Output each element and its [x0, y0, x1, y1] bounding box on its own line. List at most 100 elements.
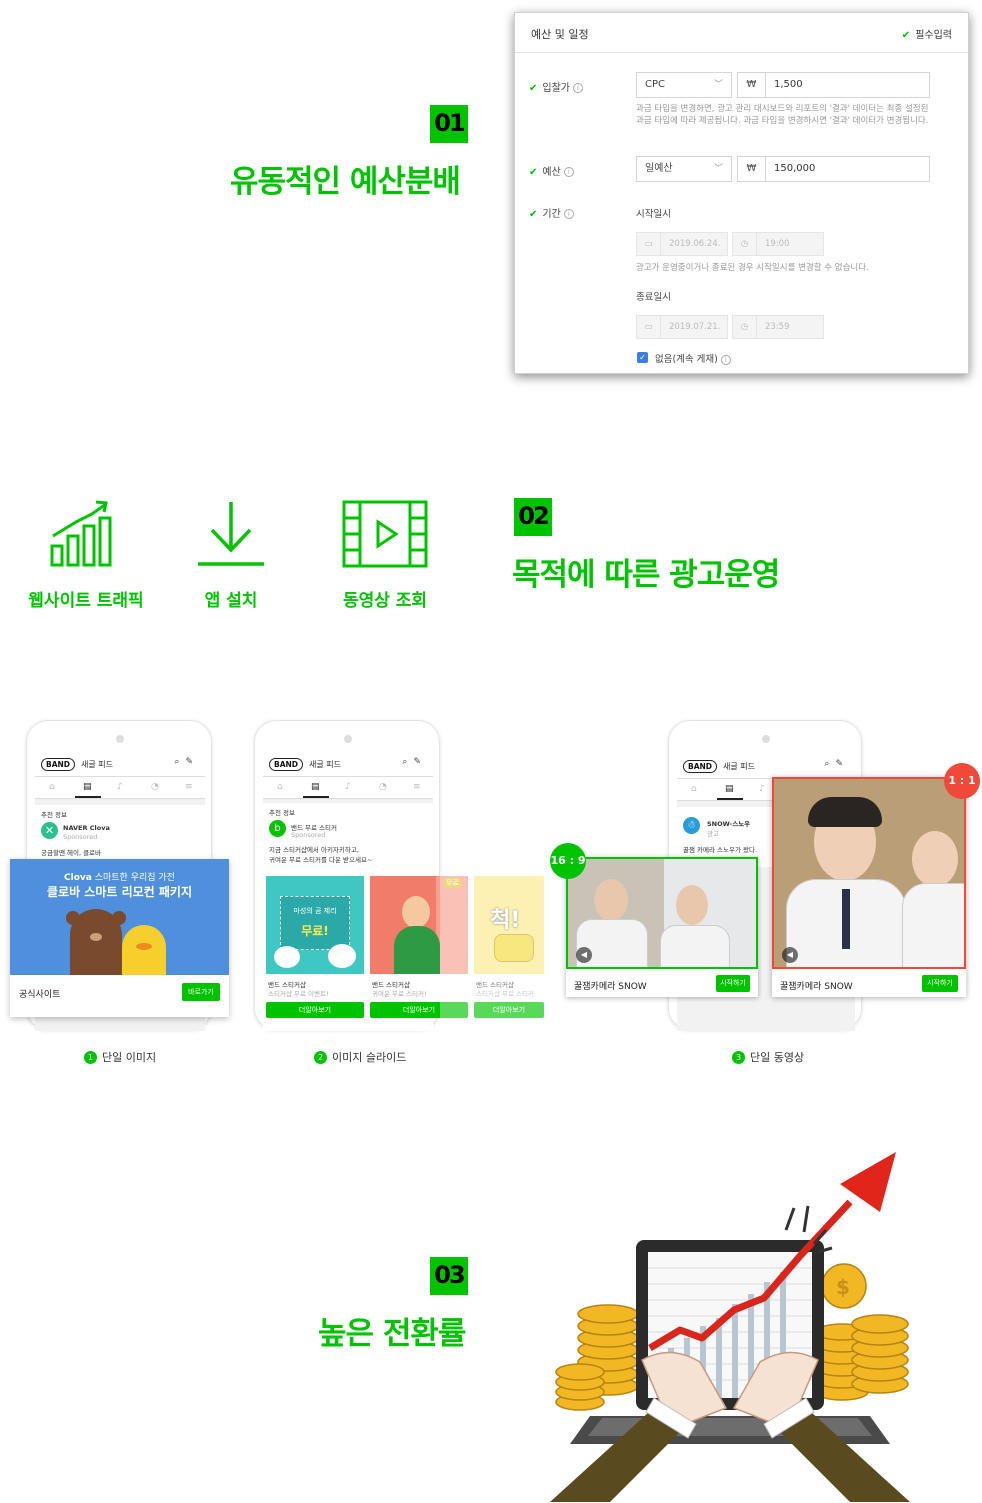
budget-type-value: 일예산 — [645, 163, 673, 174]
chevron-down-icon: ﹀ — [713, 164, 723, 174]
ratio-badge-16-9: 16 : 9 — [550, 843, 586, 879]
fade-overlay — [440, 872, 550, 1022]
caption-single-video: 3 단일 동영상 — [732, 1049, 804, 1065]
budget-amount-input[interactable]: ₩150,000 — [737, 156, 930, 182]
student-hair — [808, 797, 882, 827]
compose-icon[interactable]: ✎ — [835, 759, 849, 769]
no-end-checkbox[interactable]: ✓ — [637, 352, 648, 363]
section-badge-03: 03 — [430, 1257, 468, 1295]
recommend-label: 추천 정보 — [41, 811, 67, 819]
icon-label-app-install: 앱 설치 — [204, 591, 258, 611]
band-sticker-avatar: b — [269, 820, 286, 837]
band-title: 새글 피드 — [309, 760, 341, 769]
bid-amount-value: 1,500 — [774, 79, 803, 90]
bid-help-text: 과금 타입을 변경하면, 광고 관리 대시보드와 리포트의 '결과' 데이터는 … — [636, 104, 929, 126]
bear-sticker — [328, 944, 356, 968]
budget-label: ✔ 예산 i — [529, 163, 574, 178]
menu-icon[interactable]: ≡ — [413, 782, 421, 792]
active-tab-underline — [303, 796, 329, 798]
budget-type-select[interactable]: 일예산 ﹀ — [636, 156, 732, 182]
student-face — [676, 885, 708, 925]
required-label: 필수입력 — [915, 30, 952, 41]
start-datetime-label: 시작일시 — [636, 209, 671, 220]
start-button[interactable]: 시작하기 — [716, 975, 750, 992]
search-icon[interactable]: ⌕ — [402, 757, 413, 767]
learn-more-button[interactable]: 더알아보기 — [266, 1002, 364, 1018]
home-icon[interactable]: ⌂ — [49, 782, 55, 792]
traffic-chart-icon — [50, 500, 112, 567]
band-tool-icons: ⌕✎ — [824, 759, 849, 769]
currency-symbol: ₩ — [738, 157, 766, 181]
period-label: ✔ 기간 i — [529, 205, 574, 220]
band-app-bar: BAND 새글 피드 ⌕✎ — [677, 755, 855, 779]
info-icon[interactable]: i — [720, 354, 731, 365]
advertiser-name: SNOW-스노우 — [707, 820, 751, 828]
slide-1-free: 무료! — [301, 924, 329, 938]
compose-icon[interactable]: ✎ — [185, 757, 199, 767]
camera-dot — [762, 735, 770, 743]
feed-icon[interactable]: ▤ — [83, 782, 92, 792]
svg-text:$: $ — [836, 1275, 850, 1299]
bear-sticker — [274, 946, 300, 968]
band-app-bar: BAND 새글 피드 ⌕✎ — [263, 753, 433, 777]
info-icon[interactable]: i — [563, 209, 574, 219]
clock-icon: ◷ — [733, 233, 757, 255]
speaker-icon[interactable]: ◀ — [782, 947, 798, 963]
band-tool-icons: ⌕✎ — [174, 757, 199, 767]
single-image-ad-card[interactable]: Clova 스마트한 우리집 가전 클로바 스마트 리모컨 패키지 공식사이트 … — [10, 859, 229, 1017]
start-help-text: 광고가 운영중이거나 종료된 경우 시작일시를 변경할 수 없습니다. — [636, 263, 869, 273]
slide-1-label: 마성의 곰 제리 — [293, 907, 337, 915]
start-time-field: ◷ 19:00 — [732, 232, 824, 256]
required-note: ✔ 필수입력 — [902, 26, 952, 41]
chat-icon[interactable]: ◔ — [379, 782, 387, 792]
speaker-icon[interactable]: ◀ — [576, 947, 592, 963]
section-heading-budget: 유동적인 예산분배 — [230, 164, 461, 200]
info-icon[interactable]: i — [563, 167, 574, 177]
home-icon[interactable]: ⌂ — [691, 784, 697, 794]
video-card-16-9[interactable]: ◀ 꿀잼카메라 SNOW 시작하기 — [566, 857, 758, 997]
info-icon[interactable]: i — [573, 83, 583, 93]
bid-type-select[interactable]: CPC ﹀ — [636, 72, 732, 98]
start-date-field: ▭ 2019.06.24. — [636, 232, 728, 256]
currency-symbol: ₩ — [738, 73, 766, 97]
slide-sub: 귀여운 무료 스티커! — [372, 990, 427, 998]
cta-label: 공식사이트 — [19, 990, 61, 1000]
slide-card-1[interactable]: 마성의 곰 제리 무료! 밴드 스티커샵 스티커샵 무료 이벤트! 더알아보기 — [266, 876, 364, 1018]
band-logo: BAND — [269, 758, 304, 771]
yellow-speaker-image — [122, 925, 166, 975]
bell-icon[interactable]: ♪ — [117, 782, 123, 792]
panel-title: 예산 및 일정 — [531, 28, 589, 41]
start-button[interactable]: 시작하기 — [922, 975, 958, 992]
ad-label: 광고 — [707, 830, 719, 838]
compose-icon[interactable]: ✎ — [413, 757, 427, 767]
feed-icon[interactable]: ▤ — [311, 782, 320, 792]
feed-icon[interactable]: ▤ — [725, 784, 734, 794]
sponsored-label: Sponsored — [291, 831, 326, 839]
active-tab-underline — [75, 796, 101, 798]
calendar-icon: ▭ — [637, 233, 661, 255]
clova-avatar: ✕ — [41, 822, 58, 839]
band-app-bar: BAND 새글 피드 ⌕✎ — [35, 753, 205, 777]
search-icon[interactable]: ⌕ — [174, 757, 185, 767]
go-button[interactable]: 바로가기 — [182, 983, 220, 1001]
man-sweater — [394, 926, 440, 974]
check-icon: ✔ — [529, 209, 538, 220]
home-icon[interactable]: ⌂ — [277, 782, 283, 792]
banner-line-2: 클로바 스마트 리모컨 패키지 — [46, 885, 192, 899]
advertiser-name: NAVER Clova — [63, 824, 110, 832]
caption-number: 2 — [314, 1051, 327, 1064]
menu-icon[interactable]: ≡ — [185, 782, 193, 792]
icon-label-video-view: 동영상 조회 — [342, 591, 428, 611]
caption-number: 1 — [84, 1051, 97, 1064]
search-icon[interactable]: ⌕ — [824, 759, 835, 769]
chat-icon[interactable]: ◔ — [151, 782, 159, 792]
section-heading-objective: 목적에 따른 광고운영 — [512, 557, 780, 593]
start-date-value: 2019.06.24. — [669, 239, 721, 249]
band-title: 새글 피드 — [81, 760, 113, 769]
bid-amount-input[interactable]: ₩1,500 — [737, 72, 930, 98]
bell-icon[interactable]: ♪ — [345, 782, 351, 792]
snow-avatar: ☃ — [683, 817, 700, 834]
video-card-1-1[interactable]: ◀ 꿀잼카메라 SNOW 시작하기 — [772, 777, 966, 997]
caption-image-slide: 2 이미지 슬라이드 — [314, 1049, 406, 1065]
bell-icon[interactable]: ♪ — [759, 784, 765, 794]
